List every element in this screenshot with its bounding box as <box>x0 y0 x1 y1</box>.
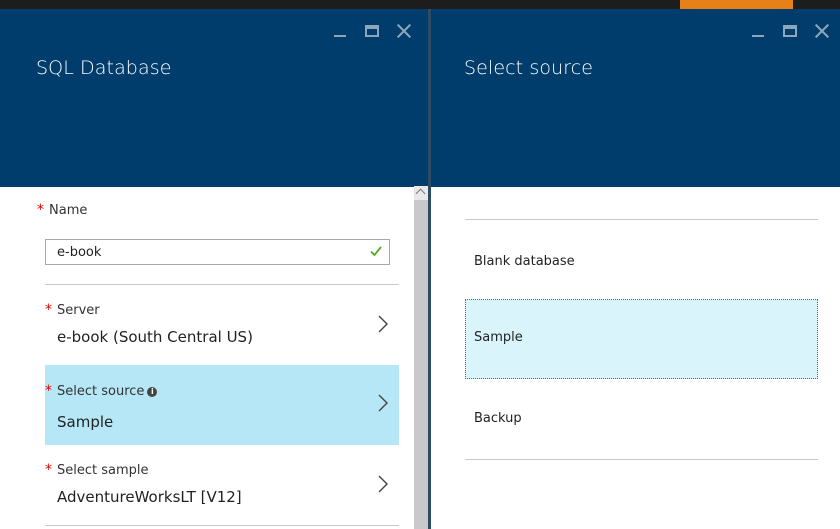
chevron-right-icon <box>378 475 388 493</box>
option-blank-database[interactable]: Blank database <box>465 221 818 301</box>
name-label-text: Name <box>49 203 88 218</box>
close-icon[interactable] <box>394 21 414 41</box>
blade-header: SQL Database <box>0 9 428 187</box>
required-marker: * <box>45 302 52 318</box>
minimize-icon[interactable] <box>330 21 350 41</box>
window-controls <box>330 21 414 41</box>
server-picker[interactable]: * Server e-book (South Central US) <box>45 292 399 360</box>
portal-top-bar <box>0 0 840 9</box>
separator <box>45 525 399 526</box>
maximize-icon[interactable] <box>780 21 800 41</box>
blade-title: SQL Database <box>36 57 172 79</box>
info-icon[interactable]: i <box>147 387 158 397</box>
required-marker: * <box>45 462 52 478</box>
separator <box>45 284 399 285</box>
maximize-icon[interactable] <box>362 21 382 41</box>
chevron-right-icon <box>378 394 388 412</box>
blade-title: Select source <box>464 57 594 79</box>
window-controls <box>748 21 832 41</box>
name-input[interactable] <box>55 244 359 261</box>
blade-header: Select source <box>431 9 840 187</box>
select-sample-label: * Select sample <box>45 462 149 478</box>
select-sample-value: AdventureWorksLT [V12] <box>57 488 242 506</box>
list-separator <box>465 219 818 220</box>
name-label: * Name <box>37 202 399 218</box>
server-label-text: Server <box>57 303 100 318</box>
option-label: Sample <box>474 330 523 345</box>
minimize-icon[interactable] <box>748 21 768 41</box>
required-marker: * <box>37 202 44 218</box>
list-separator <box>465 459 818 460</box>
name-input-box[interactable] <box>45 239 390 265</box>
valid-check-icon <box>370 246 382 257</box>
select-source-value: Sample <box>57 413 114 431</box>
option-backup[interactable]: Backup <box>465 381 818 461</box>
chevron-right-icon <box>378 315 388 333</box>
select-source-picker[interactable]: * Select source i Sample <box>45 365 399 445</box>
option-label: Backup <box>474 411 522 426</box>
select-source-label: * Select source i <box>45 383 158 399</box>
required-marker: * <box>45 383 52 399</box>
select-source-label-text: Select source <box>57 384 145 399</box>
scroll-up-icon[interactable] <box>414 186 428 200</box>
option-sample[interactable]: Sample <box>465 299 818 379</box>
name-field-group: * Name <box>37 202 399 272</box>
notification-accent <box>680 0 793 9</box>
select-sample-label-text: Select sample <box>57 463 149 478</box>
close-icon[interactable] <box>812 21 832 41</box>
select-sample-picker[interactable]: * Select sample AdventureWorksLT [V12] <box>45 452 399 522</box>
server-value: e-book (South Central US) <box>57 328 253 346</box>
option-label: Blank database <box>474 254 575 269</box>
server-label: * Server <box>45 302 100 318</box>
scrollbar[interactable] <box>414 186 428 529</box>
